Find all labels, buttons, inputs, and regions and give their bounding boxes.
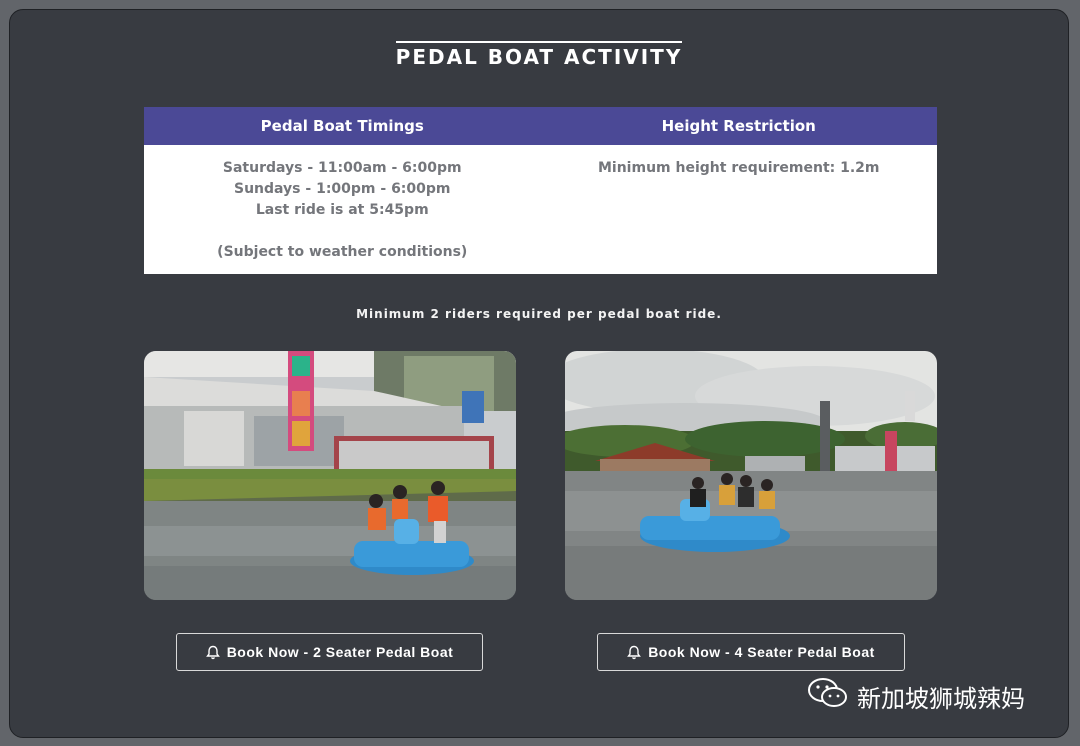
timings-cell: Saturdays - 11:00am - 6:00pm Sundays - 1…: [144, 145, 541, 263]
page-title: PEDAL BOAT ACTIVITY: [395, 41, 683, 68]
wechat-icon: [807, 676, 849, 716]
timing-weather-note: (Subject to weather conditions): [217, 244, 468, 260]
timing-sunday: Sundays - 1:00pm - 6:00pm: [234, 181, 451, 197]
book-four-seater-label: Book Now - 4 Seater Pedal Boat: [648, 644, 875, 660]
info-table-body: Saturdays - 11:00am - 6:00pm Sundays - 1…: [144, 145, 937, 263]
book-two-seater-label: Book Now - 2 Seater Pedal Boat: [226, 644, 454, 660]
timing-saturday: Saturdays - 11:00am - 6:00pm: [222, 160, 462, 176]
bell-icon: [205, 645, 220, 660]
two-seater-photo: [144, 351, 516, 600]
book-two-seater-button[interactable]: Book Now - 2 Seater Pedal Boat: [176, 633, 483, 671]
height-cell: Minimum height requirement: 1.2m: [541, 145, 938, 263]
watermark: 新加坡狮城辣妈: [807, 676, 1025, 716]
book-four-seater-button[interactable]: Book Now - 4 Seater Pedal Boat: [597, 633, 905, 671]
four-seater-photo: [565, 351, 937, 600]
info-table: Pedal Boat Timings Height Restriction Sa…: [144, 107, 937, 274]
activity-card: PEDAL BOAT ACTIVITY Pedal Boat Timings H…: [9, 9, 1069, 738]
timings-header: Pedal Boat Timings: [260, 117, 424, 135]
bell-icon: [627, 645, 642, 660]
timing-last-ride: Last ride is at 5:45pm: [255, 202, 429, 218]
height-requirement: Minimum height requirement: 1.2m: [597, 160, 880, 176]
info-table-header: Pedal Boat Timings Height Restriction: [144, 107, 937, 145]
page-title-wrap: PEDAL BOAT ACTIVITY: [10, 41, 1068, 68]
height-header: Height Restriction: [661, 117, 816, 135]
riders-note: Minimum 2 riders required per pedal boat…: [356, 307, 722, 321]
watermark-text: 新加坡狮城辣妈: [857, 684, 1025, 713]
